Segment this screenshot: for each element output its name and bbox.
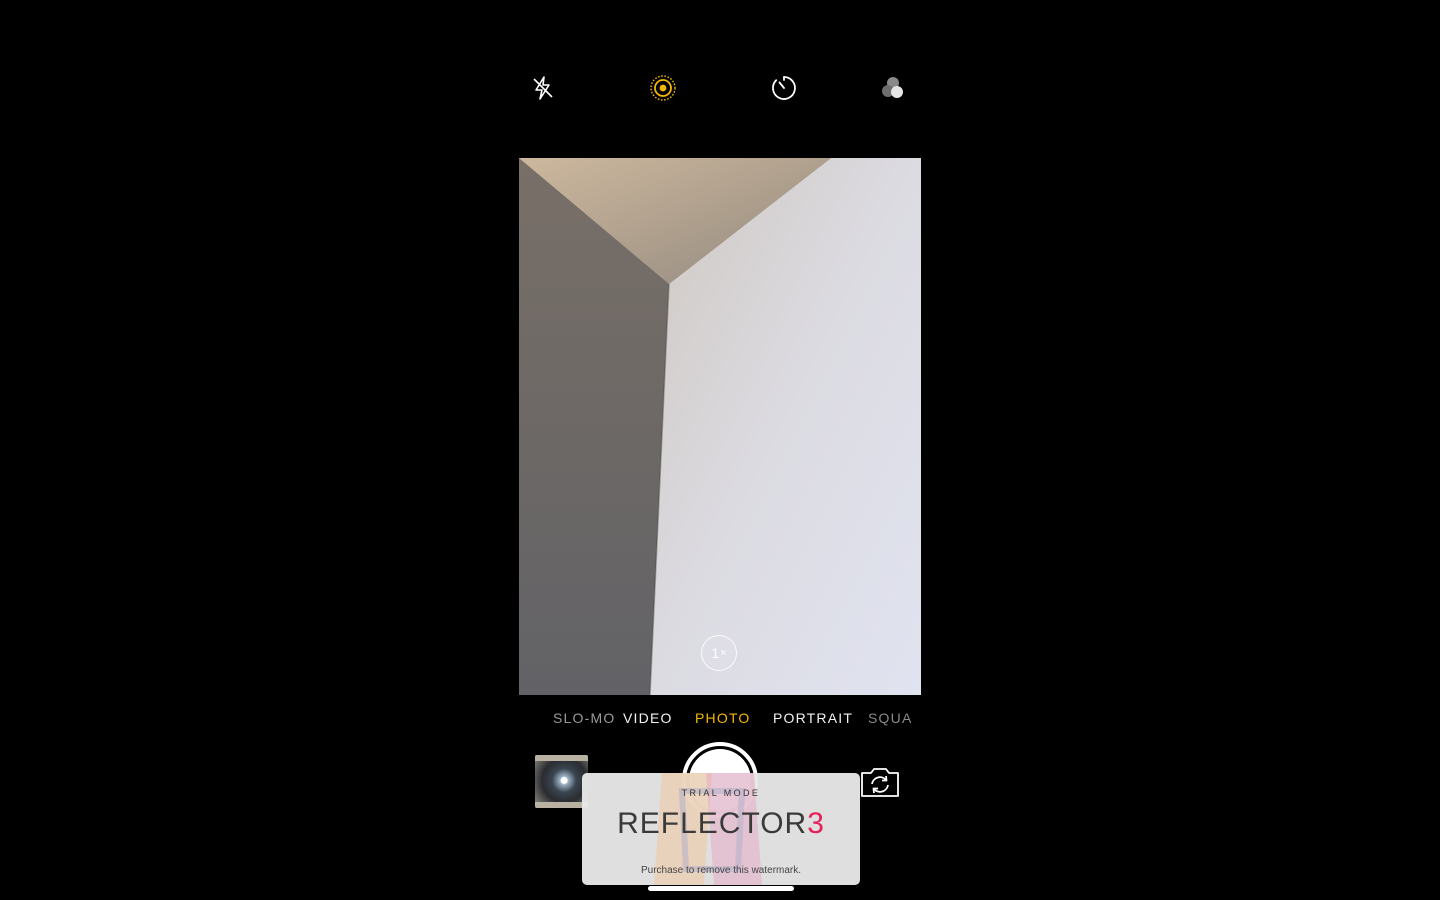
camera-mode-selector: SLO-MO VIDEO PHOTO PORTRAIT SQUARE: [519, 710, 921, 730]
brand-number: 3: [807, 807, 825, 840]
zoom-suffix: ×: [720, 647, 727, 659]
reflector-watermark: TRIAL MODE REFLECTOR3 Purchase to remove…: [582, 773, 860, 885]
zoom-toggle-button[interactable]: 1 ×: [701, 635, 737, 671]
camera-viewfinder[interactable]: 1 ×: [519, 158, 921, 695]
viewfinder-scene: [519, 158, 921, 695]
mode-photo[interactable]: PHOTO: [695, 710, 751, 726]
filters-icon[interactable]: [877, 72, 909, 104]
mode-video[interactable]: VIDEO: [623, 710, 673, 726]
flash-off-icon[interactable]: [527, 72, 559, 104]
timer-icon[interactable]: [768, 72, 800, 104]
purchase-notice: Purchase to remove this watermark.: [640, 865, 802, 876]
mode-portrait[interactable]: PORTRAIT: [773, 710, 853, 726]
camera-flip-icon[interactable]: [859, 765, 901, 799]
last-photo-thumbnail[interactable]: [535, 755, 588, 808]
camera-screen: 1× SLO-MO VIDEO PHOTO PORTRAIT SQUARE: [519, 0, 921, 900]
home-indicator[interactable]: [648, 886, 794, 891]
mode-slo-mo[interactable]: SLO-MO: [553, 710, 615, 726]
live-photo-icon[interactable]: [647, 72, 679, 104]
mode-square[interactable]: SQUARE: [868, 710, 911, 726]
trial-mode-label: TRIAL MODE: [681, 788, 761, 798]
zoom-value: 1: [711, 645, 720, 661]
brand-text: REFLECTOR: [617, 807, 808, 840]
reflector-brand: REFLECTOR3: [582, 807, 860, 841]
